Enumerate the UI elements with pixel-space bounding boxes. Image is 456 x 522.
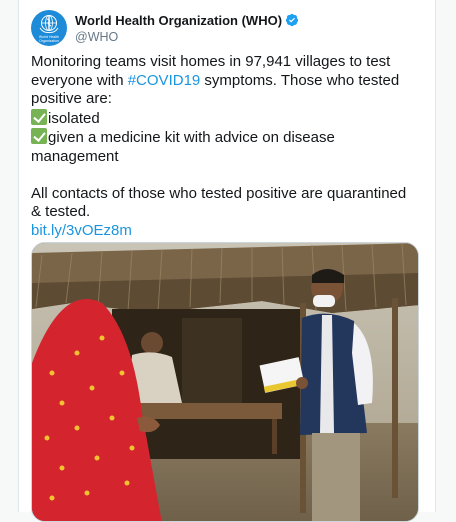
- tweet-photo[interactable]: [31, 242, 419, 522]
- tweet-text-segment: everyone with: [31, 71, 128, 89]
- who-emblem-icon: [39, 14, 59, 33]
- account-identity: World Health Organization (WHO) @WHO: [75, 13, 299, 44]
- account-handle[interactable]: @WHO: [75, 30, 299, 44]
- bullet-isolated: isolated: [31, 108, 423, 129]
- bullet-text: isolated: [48, 109, 100, 127]
- tweet-line: everyone with #COVID19 symptoms. Those w…: [31, 72, 423, 91]
- tweet-line: management: [31, 147, 119, 165]
- check-mark-icon: [31, 108, 47, 125]
- tweet-line: & tested.: [31, 203, 91, 220]
- bullet-text: given a medicine kit with advice on dise…: [48, 129, 335, 146]
- name-row: World Health Organization (WHO): [75, 13, 299, 28]
- tweet-card[interactable]: World Health Organization World Health O…: [18, 0, 436, 522]
- hashtag-link[interactable]: #COVID19: [128, 72, 201, 89]
- tweet-line: All contacts of those who tested positiv…: [31, 184, 407, 202]
- avatar[interactable]: World Health Organization: [31, 10, 67, 46]
- avatar-caption: World Health Organization: [38, 34, 60, 43]
- tweet-header: World Health Organization World Health O…: [31, 10, 299, 46]
- tweet-text: Monitoring teams visit homes in 97,941 v…: [31, 53, 423, 240]
- short-link[interactable]: bit.ly/3vOEz8m: [31, 222, 423, 241]
- verified-badge-icon: [285, 13, 299, 27]
- tweet-line: positive are:: [31, 90, 112, 107]
- bullet-medicine-kit: given a medicine kit with advice on dise…: [31, 128, 423, 148]
- tweet-line: Monitoring teams visit homes in 97,941 v…: [31, 53, 391, 70]
- check-mark-icon: [31, 128, 47, 144]
- photo-icon: [32, 243, 418, 521]
- tweet-text-segment: symptoms. Those who tested: [200, 71, 400, 89]
- display-name[interactable]: World Health Organization (WHO): [75, 13, 282, 28]
